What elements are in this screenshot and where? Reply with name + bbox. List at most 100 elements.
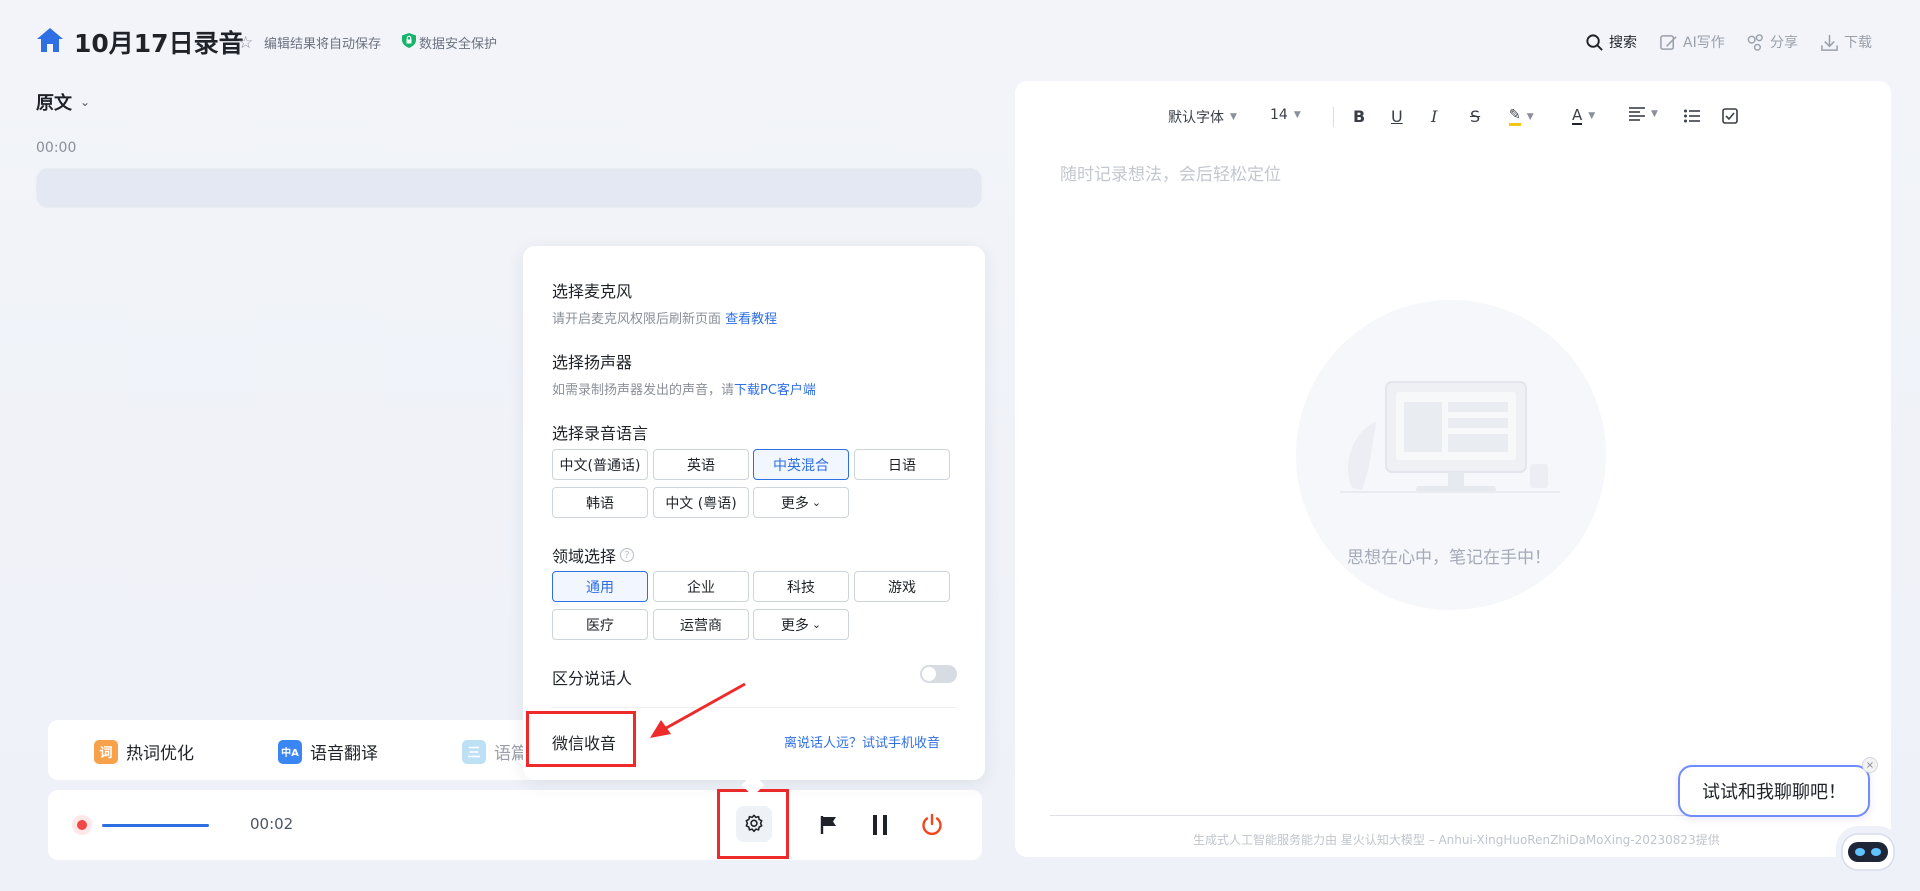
settings-highlight-box (717, 789, 789, 859)
highlighter-icon: ✎ (1509, 107, 1521, 126)
align-button[interactable]: ▼ (1629, 107, 1658, 121)
view-tutorial-link[interactable]: 查看教程 (725, 312, 777, 327)
pause-button[interactable] (863, 808, 897, 842)
language-option[interactable]: 中文 (粤语) (653, 487, 749, 518)
domain-option[interactable]: 游戏 (854, 571, 950, 602)
phone-capture-link[interactable]: 离说话人远？试试手机收音 (784, 732, 940, 751)
transcript-view-dropdown[interactable]: 原文 ⌄ (36, 89, 90, 115)
toggle-knob (922, 667, 936, 681)
domain-section-title: 领域选择 ? (552, 543, 635, 567)
highlight-color-button[interactable]: ✎ ▼ (1509, 107, 1534, 126)
domain-option[interactable]: 运营商 (653, 609, 749, 640)
language-section-title: 选择录音语言 (552, 424, 649, 443)
domain-option[interactable]: 科技 (753, 571, 849, 602)
speaker-hint-text: 如需录制扬声器发出的声音，请 (552, 383, 735, 398)
caret-down-icon: ▼ (1526, 111, 1534, 122)
download-pc-client-link[interactable]: 下载PC客户端 (734, 383, 816, 398)
shield-icon (402, 33, 416, 48)
language-option[interactable]: 中文(普通话) (552, 449, 648, 480)
language-more-dropdown[interactable]: 更多 ⌄ (753, 487, 849, 518)
mic-section-title: 选择麦克风 (552, 282, 633, 301)
toolbar-separator (1333, 107, 1334, 127)
domain-option[interactable]: 医疗 (552, 609, 648, 640)
mark-flag-button[interactable] (812, 808, 846, 842)
share-button[interactable]: 分享 (1746, 32, 1798, 52)
share-icon (1747, 33, 1763, 51)
font-color-button[interactable]: A ▼ (1572, 107, 1595, 125)
checklist-button[interactable] (1722, 108, 1738, 124)
ai-write-icon (1660, 34, 1677, 50)
font-size-value: 14 (1270, 107, 1288, 123)
chevron-down-icon: ⌄ (811, 496, 822, 509)
share-label: 分享 (1770, 35, 1798, 51)
domain-title-text: 领域选择 (552, 547, 617, 566)
translate-label: 语音翻译 (310, 744, 378, 764)
chevron-down-icon: ⌄ (811, 618, 822, 631)
stop-recording-button[interactable] (915, 808, 949, 842)
home-icon[interactable] (36, 27, 64, 53)
underline-icon[interactable]: U (1391, 107, 1403, 126)
ai-service-notice: 生成式人工智能服务能力由 星火认知大模型 – Anhui-XingHuoRenZ… (1193, 833, 1720, 847)
hotword-icon: 词 (94, 739, 118, 764)
language-option[interactable]: 日语 (854, 449, 950, 480)
mic-section-hint: 请开启麦克风权限后刷新页面 查看教程 (552, 308, 777, 327)
flag-icon (820, 816, 836, 834)
bullet-list-button[interactable] (1684, 109, 1700, 123)
recording-dot (77, 820, 87, 830)
autosave-note: 编辑结果将自动保存 (264, 37, 382, 52)
translate-icon: 中A (278, 739, 302, 764)
editor-placeholder[interactable]: 随时记录想法，会后轻松定位 (1060, 160, 1281, 185)
close-icon[interactable]: × (1862, 757, 1878, 773)
strikethrough-icon[interactable]: S (1470, 107, 1480, 126)
robot-icon (1841, 833, 1895, 871)
download-icon (1821, 34, 1838, 51)
data-security-note: 数据安全保护 (419, 37, 498, 52)
assistant-robot-avatar[interactable] (1836, 826, 1900, 878)
popup-divider (551, 707, 957, 708)
font-size-select[interactable]: 14 ▼ (1270, 107, 1301, 123)
chevron-down-icon: ⌄ (80, 95, 91, 109)
computer-illustration-icon (1340, 381, 1560, 493)
caret-down-icon: ▼ (1230, 112, 1237, 122)
caret-down-icon: ▼ (1588, 111, 1596, 121)
italic-icon[interactable]: I (1431, 107, 1437, 126)
caret-down-icon: ▼ (1651, 109, 1658, 119)
checkbox-icon (1722, 108, 1738, 124)
transcript-view-label: 原文 (36, 93, 72, 114)
speaker-section-hint: 如需录制扬声器发出的声音，请下载PC客户端 (552, 379, 816, 398)
language-option[interactable]: 韩语 (552, 487, 648, 518)
align-left-icon (1629, 107, 1645, 121)
pause-icon (873, 815, 887, 835)
domain-option[interactable]: 企业 (653, 571, 749, 602)
voice-translate-button[interactable]: 中A 语音翻译 (278, 739, 378, 764)
domain-option-selected[interactable]: 通用 (552, 571, 648, 602)
empty-state-text: 思想在心中，笔记在手中！ (1347, 548, 1551, 568)
download-button[interactable]: 下载 (1820, 32, 1872, 52)
power-icon (922, 813, 942, 836)
language-option-selected[interactable]: 中英混合 (753, 449, 849, 480)
annotation-arrow (650, 682, 746, 738)
bold-icon[interactable]: B (1353, 107, 1365, 126)
language-option[interactable]: 英语 (653, 449, 749, 480)
discourse-icon: 三 (462, 739, 486, 764)
help-icon[interactable]: ? (620, 548, 635, 562)
hotword-label: 热词优化 (126, 744, 194, 764)
hotword-optimize-button[interactable]: 词 热词优化 (94, 739, 194, 764)
search-icon (1586, 33, 1603, 51)
transcript-timestamp: 00:00 (36, 140, 77, 156)
search-label: 搜索 (1609, 35, 1637, 51)
domain-more-dropdown[interactable]: 更多 ⌄ (753, 609, 849, 640)
discourse-button[interactable]: 三 语篇 (462, 739, 528, 764)
domain-more-label: 更多 (780, 617, 809, 634)
assistant-chat-bubble[interactable]: 试试和我聊聊吧！ (1678, 765, 1870, 817)
font-family-value: 默认字体 (1168, 110, 1224, 126)
speaker-split-label: 区分说话人 (552, 669, 633, 688)
speaker-section-title: 选择扬声器 (552, 353, 633, 372)
ai-write-label: AI写作 (1683, 35, 1725, 51)
ai-write-button[interactable]: AI写作 (1659, 32, 1725, 52)
font-family-select[interactable]: 默认字体 ▼ (1168, 107, 1237, 127)
page-title[interactable]: 10月17日录音 (74, 24, 244, 60)
search-button[interactable]: 搜索 (1585, 32, 1637, 52)
bullet-list-icon (1684, 109, 1700, 123)
star-icon[interactable]: ☆ (238, 33, 253, 53)
